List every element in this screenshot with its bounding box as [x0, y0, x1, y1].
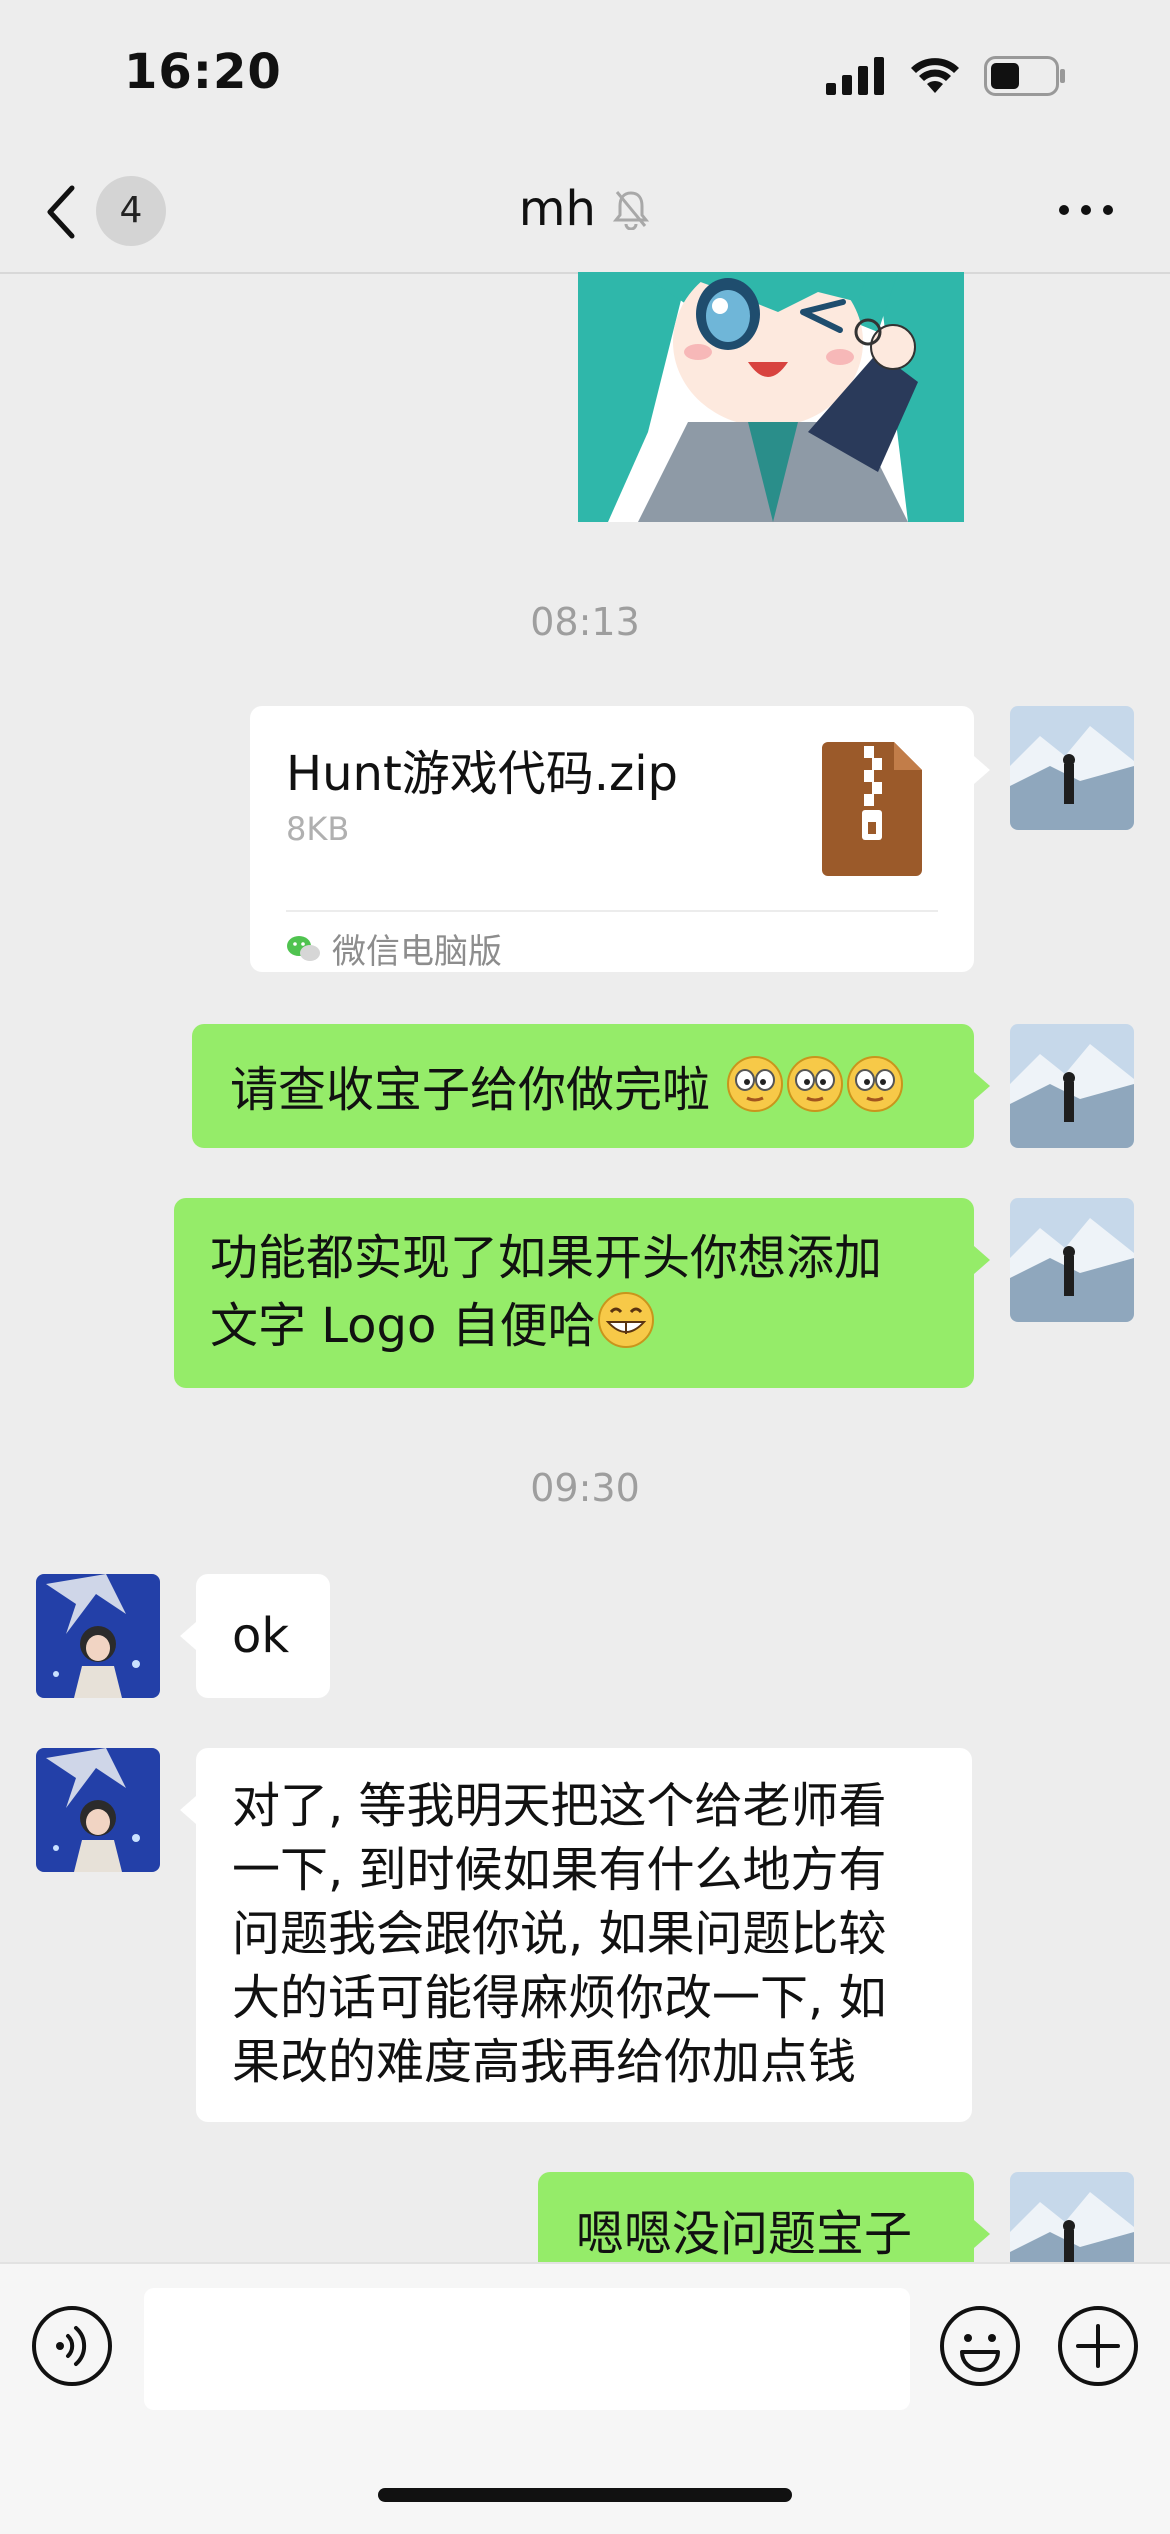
dizzy-face-emoji-icon — [727, 1056, 784, 1112]
status-icons — [826, 56, 1066, 96]
bubble-tail — [974, 756, 990, 784]
chat-message-list[interactable]: 08:13 Hunt游戏代码.zip 8KB 微信电脑版 请查收宝子给你做完啦 … — [0, 272, 1170, 2262]
plus-icon[interactable] — [1056, 2304, 1140, 2388]
message-text-line: 文字 Logo 自便哈 — [210, 1298, 596, 1354]
wifi-icon — [911, 58, 959, 93]
timestamp: 09:30 — [530, 1466, 640, 1510]
grinning-face-emoji-icon — [597, 1292, 654, 1348]
message-input-bar — [0, 2262, 1170, 2534]
chat-header: 4 mh — [0, 150, 1170, 274]
divider — [286, 910, 938, 912]
bubble-tail — [974, 2220, 990, 2248]
more-dots-icon[interactable] — [1056, 198, 1116, 222]
message-text-line: 大的话可能得麻烦你改一下, 如 — [232, 1970, 887, 2026]
voice-icon[interactable] — [30, 2304, 114, 2388]
dizzy-face-emoji-icon — [787, 1056, 844, 1112]
my-avatar[interactable] — [1010, 1024, 1134, 1148]
my-avatar[interactable] — [1010, 2172, 1134, 2262]
message-text: ok — [232, 1608, 290, 1664]
message-bubble-sent[interactable]: 嗯嗯没问题宝子 — [538, 2172, 974, 2262]
file-source-label: 微信电脑版 — [332, 932, 502, 972]
file-name: Hunt游戏代码.zip — [286, 746, 679, 802]
file-message-card[interactable]: Hunt游戏代码.zip 8KB 微信电脑版 — [250, 706, 974, 972]
wechat-icon — [287, 935, 320, 961]
message-input[interactable] — [144, 2288, 910, 2410]
chat-title: mh — [0, 178, 1170, 237]
contact-avatar[interactable] — [36, 1748, 160, 1872]
timestamp: 08:13 — [530, 600, 640, 644]
message-text-line: 果改的难度高我再给你加点钱 — [232, 2034, 857, 2090]
message-text-line: 一下, 到时候如果有什么地方有 — [232, 1842, 887, 1898]
home-indicator — [378, 2488, 792, 2502]
sticker-image[interactable] — [578, 272, 964, 522]
message-text-line: 对了, 等我明天把这个给老师看 — [232, 1778, 887, 1834]
message-text: 请查收宝子给你做完啦 — [230, 1062, 711, 1118]
bubble-tail — [974, 1072, 990, 1100]
zip-file-icon — [822, 742, 922, 876]
file-source: 微信电脑版 — [286, 924, 502, 973]
bubble-tail — [180, 1622, 196, 1650]
message-bubble-received[interactable]: 对了, 等我明天把这个给老师看 一下, 到时候如果有什么地方有 问题我会跟你说,… — [196, 1748, 972, 2122]
message-bubble-sent[interactable]: 请查收宝子给你做完啦 — [192, 1024, 974, 1148]
signal-icon — [826, 57, 884, 95]
bubble-tail — [974, 1246, 990, 1274]
my-avatar[interactable] — [1010, 706, 1134, 830]
mute-bell-icon — [613, 191, 650, 231]
contact-avatar[interactable] — [36, 1574, 160, 1698]
message-text: 嗯嗯没问题宝子 — [576, 2206, 913, 2262]
battery-icon — [984, 56, 1065, 96]
message-text-line: 问题我会跟你说, 如果问题比较 — [232, 1906, 887, 1962]
status-time: 16:20 — [124, 44, 282, 100]
dizzy-face-emoji-icon — [847, 1056, 904, 1112]
message-bubble-sent[interactable]: 功能都实现了如果开头你想添加 文字 Logo 自便哈 — [174, 1198, 974, 1388]
chat-title-text: mh — [518, 181, 596, 237]
status-bar: 16:20 — [0, 0, 1170, 150]
file-size: 8KB — [286, 810, 350, 848]
message-bubble-received[interactable]: ok — [196, 1574, 330, 1698]
emoji-icon[interactable] — [938, 2304, 1022, 2388]
bubble-tail — [180, 1796, 196, 1824]
message-text-line: 功能都实现了如果开头你想添加 — [210, 1230, 883, 1286]
my-avatar[interactable] — [1010, 1198, 1134, 1322]
